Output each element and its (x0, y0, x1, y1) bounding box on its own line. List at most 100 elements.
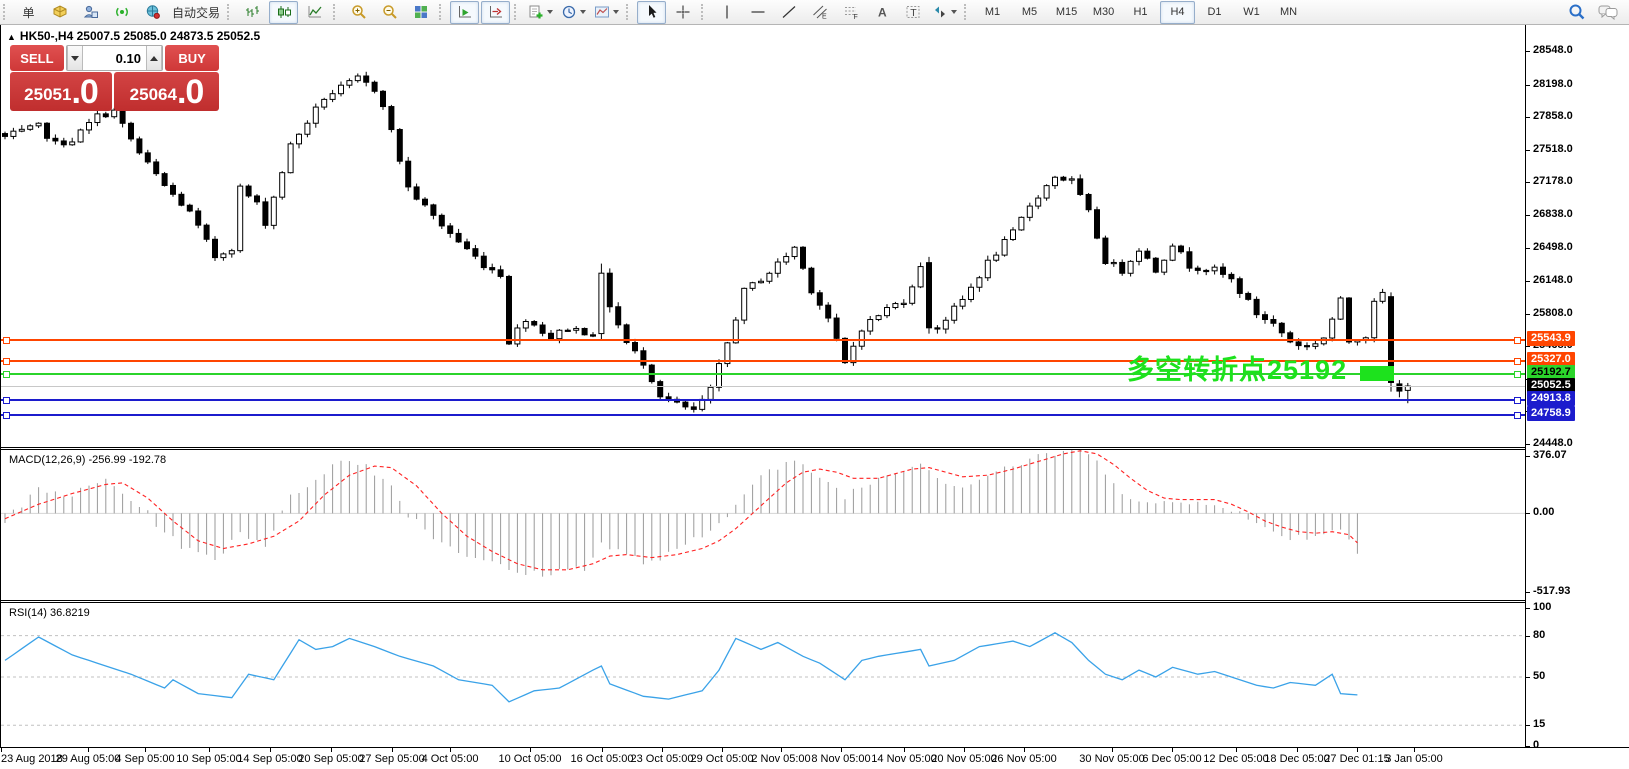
equidistant-channel-button[interactable]: E (805, 1, 834, 24)
vertical-line-button[interactable] (712, 1, 741, 24)
periods-button[interactable] (558, 1, 589, 24)
buy-price-display[interactable]: 25064.0 (114, 72, 219, 111)
volume-input[interactable] (83, 46, 146, 70)
insert-group (524, 0, 623, 24)
one-click-trade-panel: SELL BUY 25051.0 25064.0 (10, 45, 219, 111)
time-axis[interactable]: 23 Aug 201829 Aug 05:004 Sep 05:0010 Sep… (0, 748, 1629, 769)
timeframe-m5[interactable]: M5 (1012, 1, 1047, 24)
templates-button[interactable] (591, 1, 622, 24)
timeframe-m30[interactable]: M30 (1086, 1, 1121, 24)
auto-trading-button[interactable]: 自动交易 (169, 1, 223, 24)
candlestick-chart-button[interactable] (269, 1, 298, 24)
buy-button[interactable]: BUY (165, 45, 219, 71)
horizontal-line-button[interactable] (743, 1, 772, 24)
chat-button[interactable] (1593, 1, 1622, 24)
sell-price-display[interactable]: 25051.0 (10, 72, 112, 111)
level-line-handle[interactable] (1514, 337, 1521, 344)
macd-label: MACD(12,26,9) -256.99 -192.78 (9, 454, 166, 466)
toolbar-grip[interactable] (439, 4, 444, 20)
pivot-annotation-box[interactable] (1360, 366, 1394, 381)
level-line-handle[interactable] (3, 371, 10, 378)
toolbar-grip[interactable] (227, 4, 232, 20)
price-tick-mark (1526, 314, 1530, 315)
fibonacci-button[interactable]: F (836, 1, 865, 24)
price-tick-mark (1526, 85, 1530, 86)
cursor-button[interactable] (637, 1, 666, 24)
macd-pane[interactable]: MACD(12,26,9) -256.99 -192.78 (1, 450, 1525, 600)
level-line-handle[interactable] (1514, 397, 1521, 404)
toolbar-grip[interactable] (514, 4, 519, 20)
toolbar-grip[interactable] (3, 4, 8, 20)
level-line-handle[interactable] (3, 397, 10, 404)
new-order-button[interactable]: 单 (14, 1, 43, 24)
search-button[interactable] (1562, 1, 1591, 24)
level-line-handle[interactable] (1514, 412, 1521, 419)
price-tick-mark (1526, 150, 1530, 151)
timeframe-d1[interactable]: D1 (1197, 1, 1232, 24)
time-tick-label: 10 Sep 05:00 (176, 753, 241, 765)
timeframe-w1[interactable]: W1 (1234, 1, 1269, 24)
timeframe-h4[interactable]: H4 (1160, 1, 1195, 24)
volume-increase-button[interactable] (146, 46, 162, 70)
accounts-icon[interactable] (76, 1, 105, 24)
sell-price-main: 25051 (24, 80, 71, 110)
toolbar-grip[interactable] (701, 4, 706, 20)
dropdown-caret[interactable] (580, 10, 586, 14)
price-tick-mark (1526, 248, 1530, 249)
toolbar-grip[interactable] (964, 4, 969, 20)
arrows-button[interactable] (929, 1, 960, 24)
dropdown-caret[interactable] (547, 10, 553, 14)
volume-decrease-button[interactable] (67, 46, 83, 70)
timeframe-mn[interactable]: MN (1271, 1, 1306, 24)
time-tick-label: 14 Sep 05:00 (237, 753, 302, 765)
level-line-handle[interactable] (3, 358, 10, 365)
rsi-pane[interactable]: RSI(14) 36.8219 (1, 603, 1525, 747)
indicators-button[interactable] (525, 1, 556, 24)
level-line-handle[interactable] (3, 412, 10, 419)
time-tick-label: 6 Dec 05:00 (1142, 753, 1201, 765)
collapse-icon[interactable]: ▲ (7, 32, 16, 42)
toolbar-grip[interactable] (333, 4, 338, 20)
ohlc-values: 25007.5 25085.0 24873.5 25052.5 (77, 29, 261, 43)
zoom-in-button[interactable] (344, 1, 373, 24)
signals-icon[interactable] (107, 1, 136, 24)
time-tick-label: 2 Nov 05:00 (751, 753, 810, 765)
sell-price-decimal: .0 (71, 74, 97, 110)
market-watch-icon[interactable] (45, 1, 74, 24)
horizontal-level-line[interactable] (1, 399, 1525, 401)
line-chart-button[interactable] (300, 1, 329, 24)
crosshair-button[interactable] (668, 1, 697, 24)
horizontal-level-line[interactable] (1, 414, 1525, 416)
tile-windows-button[interactable] (406, 1, 435, 24)
price-tick-mark (1526, 725, 1530, 726)
market-globe-icon[interactable] (138, 1, 167, 24)
price-chart-pane[interactable]: ▲HK50-,H4 25007.5 25085.0 24873.5 25052.… (1, 25, 1525, 447)
time-tick-label: 4 Sep 05:00 (115, 753, 174, 765)
timeframe-m15[interactable]: M15 (1049, 1, 1084, 24)
dropdown-caret[interactable] (951, 10, 957, 14)
price-axis[interactable]: 28548.028198.027858.027518.027178.026838… (1526, 25, 1629, 747)
chart-shift-button[interactable] (481, 1, 510, 24)
rsi-plot (1, 603, 1525, 747)
timeframe-m1[interactable]: M1 (975, 1, 1010, 24)
price-tick-label: 26838.0 (1533, 208, 1573, 220)
price-tick-mark (1526, 444, 1530, 445)
time-tick-mark (781, 748, 782, 752)
trendline-button[interactable] (774, 1, 803, 24)
level-line-handle[interactable] (1514, 371, 1521, 378)
text-label-button[interactable]: T (898, 1, 927, 24)
text-button[interactable]: A (867, 1, 896, 24)
time-tick-label: 29 Oct 05:00 (691, 753, 754, 765)
level-line-handle[interactable] (1514, 358, 1521, 365)
horizontal-level-line[interactable] (1, 339, 1525, 341)
level-line-handle[interactable] (3, 337, 10, 344)
auto-scroll-button[interactable] (450, 1, 479, 24)
dropdown-caret[interactable] (613, 10, 619, 14)
toolbar-grip[interactable] (626, 4, 631, 20)
sell-button[interactable]: SELL (10, 45, 64, 71)
zoom-out-button[interactable] (375, 1, 404, 24)
timeframe-h1[interactable]: H1 (1123, 1, 1158, 24)
bar-chart-button[interactable] (238, 1, 267, 24)
timeframe-group: M1M5M15M30H1H4D1W1MN (974, 0, 1307, 24)
time-tick-mark (722, 748, 723, 752)
